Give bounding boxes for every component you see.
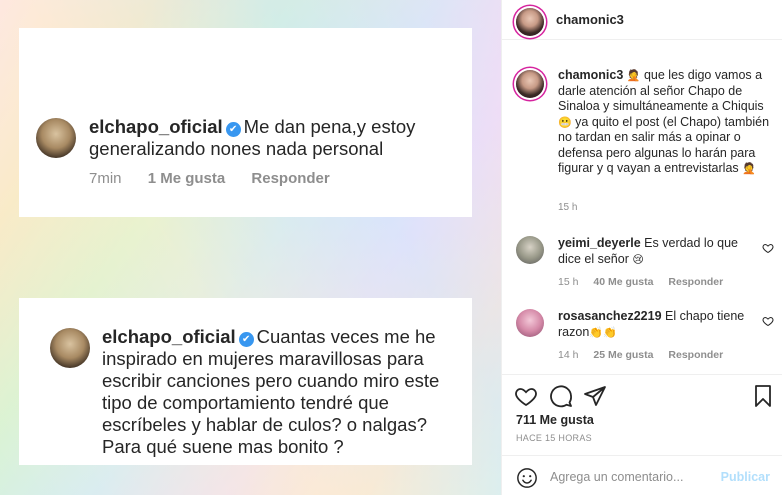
caption-text: chamonic3 🤦 que les digo vamos a darle a… bbox=[558, 68, 778, 177]
commenter-avatar[interactable] bbox=[516, 236, 544, 264]
comment-likes: 1 Me gusta bbox=[147, 170, 226, 187]
screenshot-comment-card-2: elchapo_oficial ✔ Cuantas veces me he insp… bbox=[19, 298, 472, 465]
comment-meta: 7min 1 Me gusta Responder bbox=[89, 170, 352, 187]
comment-avatar bbox=[50, 328, 90, 368]
comment-text: elchapo_oficial ✔ Cuantas veces me he insp… bbox=[102, 326, 462, 458]
comment-text: elchapo_oficial ✔ Me dan pena,y estoy gene… bbox=[89, 116, 449, 160]
publish-button[interactable]: Publicar bbox=[721, 470, 770, 484]
post-image[interactable]: elchapo_oficial ✔ Me dan pena,y estoy gene… bbox=[0, 0, 501, 495]
like-heart-icon[interactable] bbox=[762, 315, 774, 327]
commenter-avatar[interactable] bbox=[516, 309, 544, 337]
comment-bubble-icon[interactable] bbox=[549, 384, 573, 408]
comment-likes[interactable]: 40 Me gusta bbox=[593, 276, 653, 288]
clapping-emoji-icon: 👏👏 bbox=[589, 325, 617, 339]
grimace-emoji-icon: 😬 bbox=[558, 115, 572, 129]
like-heart-icon[interactable] bbox=[762, 242, 774, 254]
comment-reply: Responder bbox=[251, 170, 330, 187]
comment-avatar bbox=[36, 118, 76, 158]
caption-avatar[interactable] bbox=[516, 70, 544, 98]
post-header: chamonic3 bbox=[502, 0, 782, 40]
comment-text: rosasanchez2219 El chapo tiene razon👏👏 bbox=[558, 309, 753, 340]
caption-body-2: ya quito el post (el Chapo) también no t… bbox=[558, 114, 770, 176]
caption-username[interactable]: chamonic3 bbox=[558, 68, 623, 82]
comment-meta: 15 h 40 Me gusta Responder bbox=[558, 276, 735, 288]
crying-emoji-icon: 😢 bbox=[632, 252, 644, 266]
facepalm-emoji-icon: 🤦 bbox=[626, 69, 641, 82]
comment-time: 15 h bbox=[558, 276, 579, 288]
comment-box-divider bbox=[502, 455, 782, 456]
like-heart-icon[interactable] bbox=[514, 384, 538, 408]
post-sidebar: chamonic3 chamonic3 🤦 que les digo vamos… bbox=[501, 0, 782, 495]
screenshot-comment-card-1: elchapo_oficial ✔ Me dan pena,y estoy gene… bbox=[19, 28, 472, 217]
comment-time: 7min bbox=[89, 170, 122, 187]
comment-username: elchapo_oficial bbox=[102, 326, 236, 347]
save-bookmark-icon[interactable] bbox=[751, 384, 775, 408]
share-paper-plane-icon[interactable] bbox=[583, 384, 607, 408]
commenter-username[interactable]: rosasanchez2219 bbox=[558, 309, 662, 323]
comment-reply-button[interactable]: Responder bbox=[668, 276, 723, 288]
comment-meta: 14 h 25 Me gusta Responder bbox=[558, 349, 735, 361]
like-count[interactable]: 711 Me gusta bbox=[516, 413, 594, 427]
comment-text: yeimi_deyerle Es verdad lo que dice el s… bbox=[558, 236, 753, 267]
caption-time: 15 h bbox=[558, 202, 578, 213]
comment-likes[interactable]: 25 Me gusta bbox=[593, 349, 653, 361]
comment-username: elchapo_oficial bbox=[89, 116, 223, 137]
facepalm-emoji-icon: 🤦 bbox=[742, 162, 756, 175]
emoji-smile-icon[interactable] bbox=[516, 467, 538, 489]
post-age: HACE 15 HORAS bbox=[516, 433, 592, 443]
commenter-username[interactable]: yeimi_deyerle bbox=[558, 236, 641, 250]
author-avatar[interactable] bbox=[516, 8, 544, 36]
verified-badge-icon: ✔ bbox=[225, 122, 241, 137]
actions-divider bbox=[502, 374, 782, 375]
verified-badge-icon: ✔ bbox=[238, 332, 254, 347]
author-username[interactable]: chamonic3 bbox=[556, 12, 624, 27]
comment-reply-button[interactable]: Responder bbox=[668, 349, 723, 361]
comment-time: 14 h bbox=[558, 349, 579, 361]
comment-input[interactable] bbox=[550, 470, 710, 484]
